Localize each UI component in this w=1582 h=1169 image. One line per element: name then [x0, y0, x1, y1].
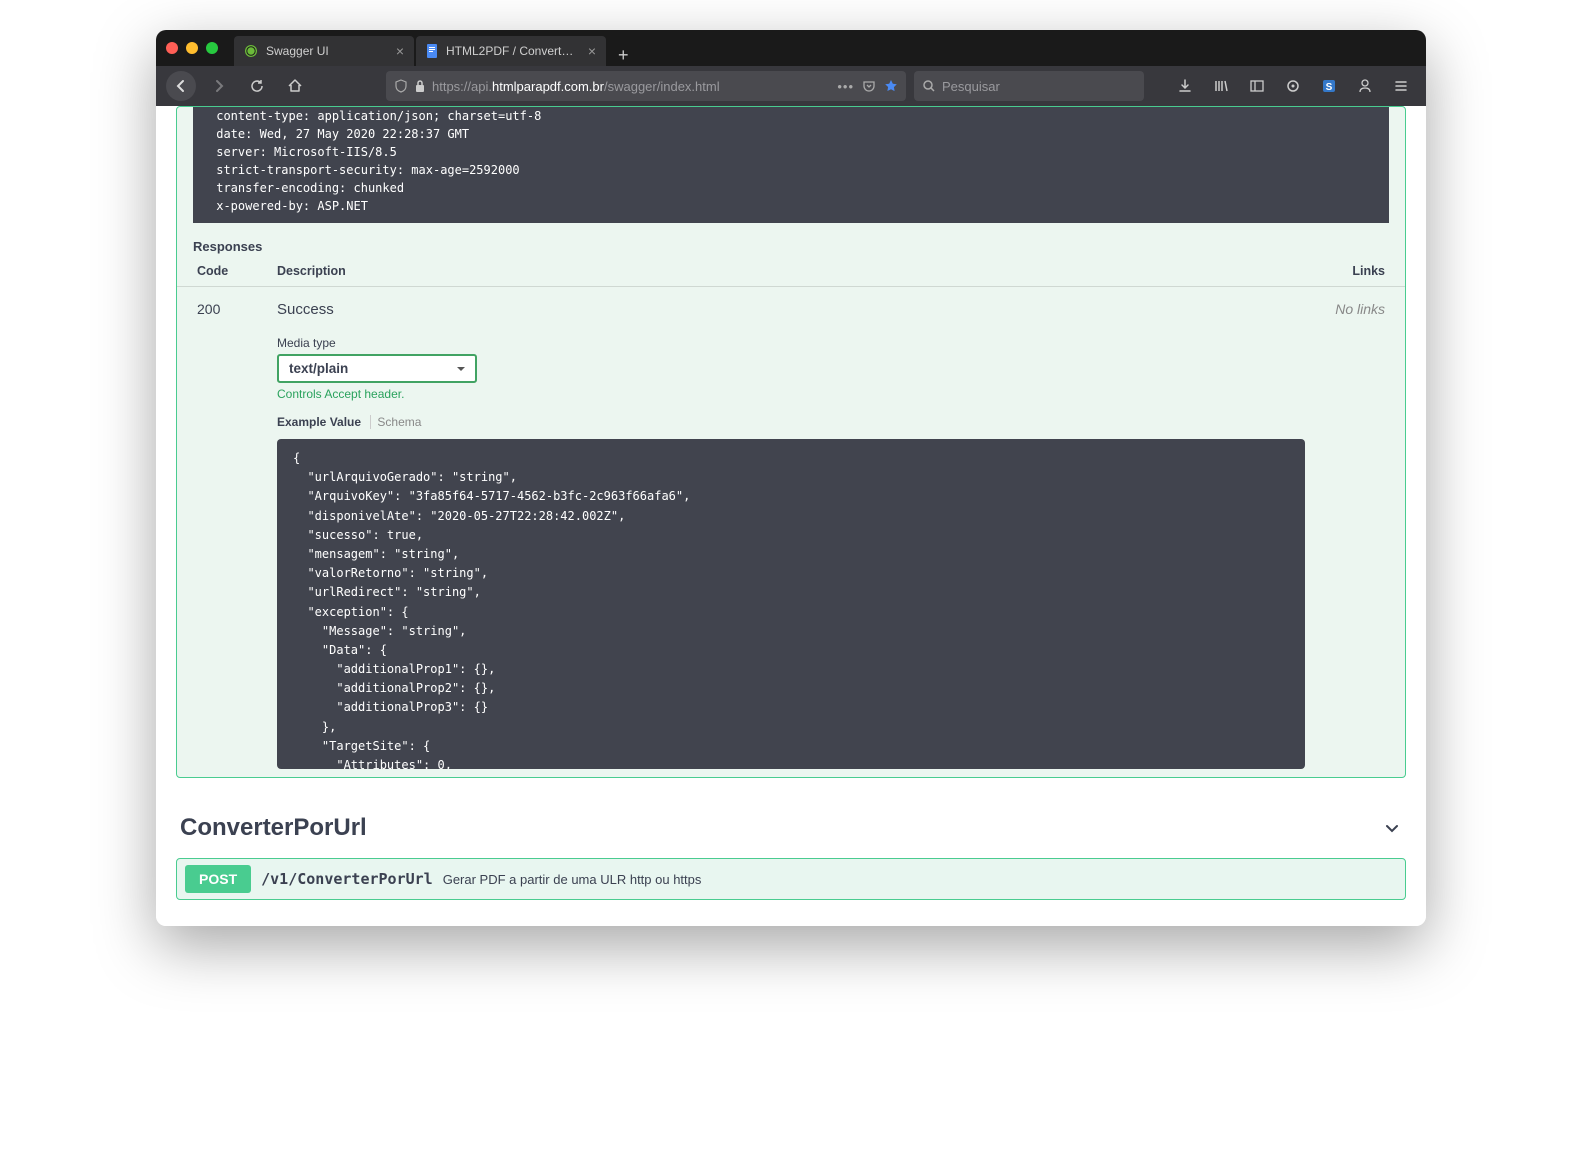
success-label: Success — [277, 301, 1305, 318]
responses-heading: Responses — [177, 223, 1405, 264]
tab-title: Swagger UI — [266, 44, 388, 58]
close-tab-icon[interactable]: × — [396, 43, 404, 59]
status-code: 200 — [197, 301, 277, 769]
swagger-icon — [244, 44, 258, 58]
arrow-left-icon — [173, 78, 189, 94]
forward-button[interactable] — [204, 71, 234, 101]
menu-button[interactable] — [1386, 71, 1416, 101]
operation-row[interactable]: POST /v1/ConverterPorUrl Gerar PDF a par… — [176, 858, 1406, 900]
response-panel: content-type: application/json; charset=… — [176, 106, 1406, 778]
example-value-block[interactable]: { "urlArquivoGerado": "string", "Arquivo… — [277, 439, 1305, 769]
no-links-label: No links — [1305, 301, 1385, 769]
more-icon[interactable]: ••• — [837, 79, 854, 94]
extension-button-2[interactable]: S — [1314, 71, 1344, 101]
account-icon — [1357, 78, 1373, 94]
response-headers-block[interactable]: content-type: application/json; charset=… — [193, 107, 1389, 223]
example-tabs: Example Value Schema — [277, 415, 1305, 429]
tab-strip: Swagger UI × HTML2PDF / Converta HTML p…… — [234, 30, 639, 66]
accept-header-note: Controls Accept header. — [277, 387, 1305, 401]
search-placeholder: Pesquisar — [942, 79, 1000, 94]
library-button[interactable] — [1206, 71, 1236, 101]
col-links: Links — [1315, 264, 1385, 278]
titlebar: Swagger UI × HTML2PDF / Converta HTML p…… — [156, 30, 1426, 66]
s-icon: S — [1321, 78, 1337, 94]
hamburger-icon — [1393, 78, 1409, 94]
response-row-200: 200 Success Media type text/plain Contro… — [177, 287, 1405, 769]
circle-icon — [1285, 78, 1301, 94]
shield-icon — [394, 79, 408, 93]
arrow-right-icon — [211, 78, 227, 94]
tab-example-value[interactable]: Example Value — [277, 415, 361, 429]
url-text: https://api.htmlparapdf.com.br/swagger/i… — [432, 79, 831, 94]
account-button[interactable] — [1350, 71, 1380, 101]
tab-title: HTML2PDF / Converta HTML p… — [446, 44, 580, 58]
operation-group: ConverterPorUrl POST /v1/ConverterPorUrl… — [176, 806, 1406, 900]
back-button[interactable] — [166, 71, 196, 101]
close-tab-icon[interactable]: × — [588, 43, 596, 59]
search-bar[interactable]: Pesquisar — [914, 71, 1144, 101]
media-type-label: Media type — [277, 336, 1305, 350]
downloads-button[interactable] — [1170, 71, 1200, 101]
bookmark-star-icon[interactable] — [884, 79, 898, 93]
close-window-button[interactable] — [166, 42, 178, 54]
sidebar-button[interactable] — [1242, 71, 1272, 101]
browser-tab-html2pdf[interactable]: HTML2PDF / Converta HTML p… × — [416, 36, 606, 66]
browser-tab-swagger[interactable]: Swagger UI × — [234, 36, 414, 66]
window-controls — [166, 42, 218, 54]
extension-button-1[interactable] — [1278, 71, 1308, 101]
home-button[interactable] — [280, 71, 310, 101]
browser-window: Swagger UI × HTML2PDF / Converta HTML p…… — [156, 30, 1426, 926]
media-type-select[interactable]: text/plain — [277, 354, 477, 383]
operation-summary: Gerar PDF a partir de uma ULR http ou ht… — [443, 872, 702, 887]
toolbar-right: S — [1170, 71, 1416, 101]
reload-icon — [249, 78, 265, 94]
new-tab-button[interactable]: + — [608, 45, 639, 66]
page-content: content-type: application/json; charset=… — [156, 106, 1426, 926]
col-code: Code — [197, 264, 277, 278]
search-icon — [922, 79, 936, 93]
sidebar-icon — [1249, 78, 1265, 94]
operation-group-header[interactable]: ConverterPorUrl — [176, 806, 1406, 850]
url-actions: ••• — [837, 79, 898, 94]
download-icon — [1177, 78, 1193, 94]
operation-path: /v1/ConverterPorUrl — [261, 870, 433, 888]
navbar: https://api.htmlparapdf.com.br/swagger/i… — [156, 66, 1426, 106]
library-icon — [1213, 78, 1229, 94]
minimize-window-button[interactable] — [186, 42, 198, 54]
pocket-icon[interactable] — [862, 79, 876, 93]
url-bar[interactable]: https://api.htmlparapdf.com.br/swagger/i… — [386, 71, 906, 101]
chevron-down-icon — [1382, 818, 1402, 838]
responses-table-header: Code Description Links — [177, 264, 1405, 287]
home-icon — [287, 78, 303, 94]
operation-group-title: ConverterPorUrl — [180, 814, 367, 842]
lock-icon — [414, 79, 426, 93]
maximize-window-button[interactable] — [206, 42, 218, 54]
col-description: Description — [277, 264, 1315, 278]
method-badge: POST — [185, 865, 251, 893]
document-icon — [426, 44, 438, 58]
svg-text:S: S — [1326, 82, 1333, 93]
response-description-cell: Success Media type text/plain Controls A… — [277, 301, 1305, 769]
tab-schema[interactable]: Schema — [370, 415, 421, 429]
reload-button[interactable] — [242, 71, 272, 101]
